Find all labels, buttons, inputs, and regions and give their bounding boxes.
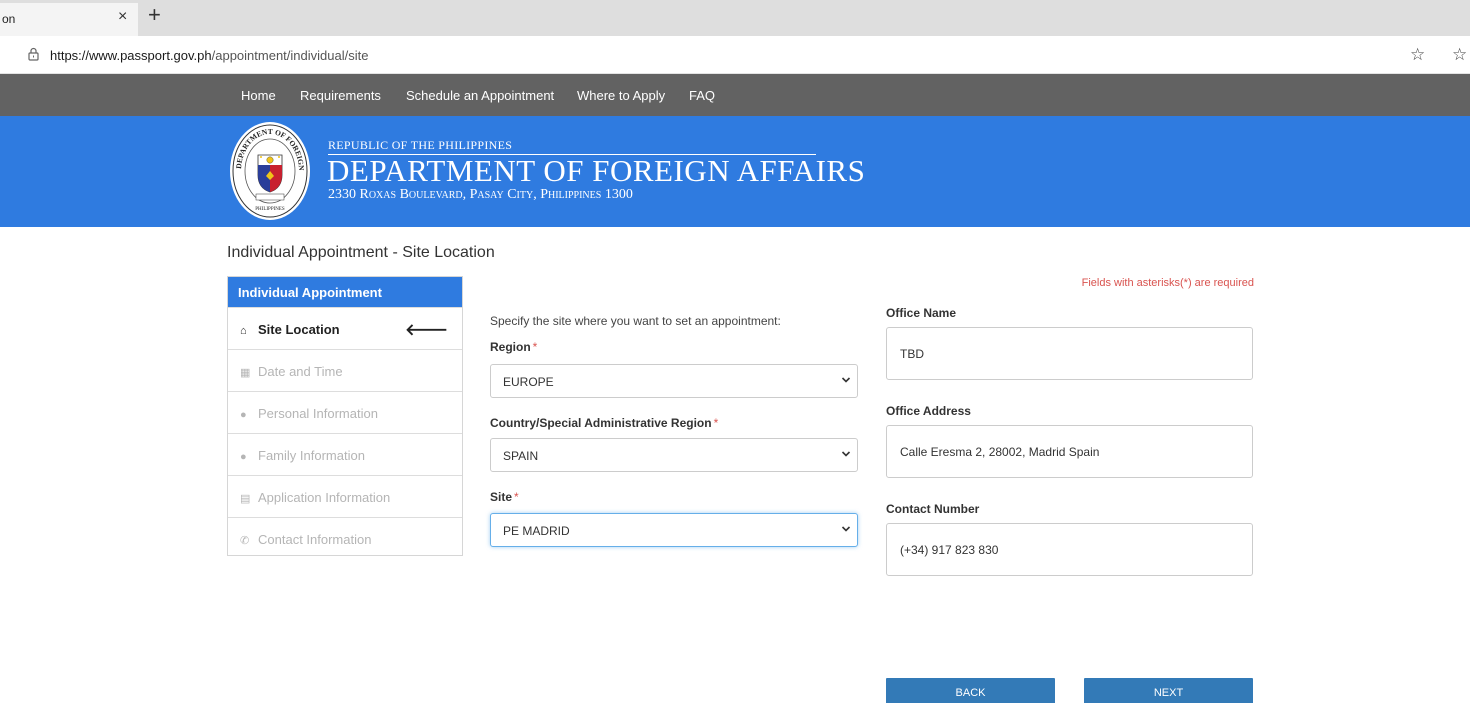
home-icon: ⌂	[240, 325, 247, 337]
nav-where-to-apply[interactable]: Where to Apply	[577, 88, 665, 103]
favorites-list-icon[interactable]: ☆	[1452, 45, 1467, 65]
banner-republic: REPUBLIC OF THE PHILIPPINES	[328, 138, 513, 152]
region-label-text: Region	[490, 340, 531, 354]
form-instruction: Specify the site where you want to set a…	[490, 314, 781, 328]
seal-text-bottom: PHILIPPINES	[255, 207, 285, 212]
chevron-down-icon	[841, 451, 851, 457]
tab-title: on	[2, 12, 16, 26]
contact-number-field: (+34) 917 823 830	[886, 523, 1253, 576]
country-select-value: SPAIN	[503, 449, 539, 463]
sidebar-item-label: Personal Information	[258, 406, 378, 421]
banner-address: 2330 Roxas Boulevard, Pasay City, Philip…	[328, 187, 633, 202]
url-path: /appointment/individual/site	[211, 48, 369, 63]
required-asterisk: *	[713, 416, 719, 430]
close-tab-icon[interactable]: ×	[118, 8, 127, 26]
region-label: Region *	[490, 340, 537, 354]
site-label: Site *	[490, 490, 519, 504]
required-asterisk: *	[532, 340, 538, 354]
nav-home[interactable]: Home	[241, 88, 276, 103]
office-name-label: Office Name	[886, 306, 957, 320]
sidebar-item-contact-information[interactable]: ✆ Contact Information	[228, 517, 462, 559]
site-select[interactable]: PE MADRID	[490, 513, 858, 547]
sidebar-item-date-time[interactable]: ▦ Date and Time	[228, 349, 462, 391]
country-label: Country/Special Administrative Region *	[490, 416, 718, 430]
sidebar-item-application-information[interactable]: ▤ Application Information	[228, 475, 462, 517]
nav-schedule-appointment[interactable]: Schedule an Appointment	[406, 88, 554, 103]
add-favorite-icon[interactable]: ☆	[1410, 45, 1425, 65]
next-button[interactable]: NEXT	[1084, 678, 1253, 703]
chevron-down-icon	[841, 377, 851, 383]
nav-requirements[interactable]: Requirements	[300, 88, 381, 103]
region-select[interactable]: EUROPE	[490, 364, 858, 398]
sidebar-item-family-information[interactable]: ●​ Family Information	[228, 433, 462, 475]
sidebar-item-site-location[interactable]: ⌂ Site Location 🡐	[228, 307, 462, 349]
arrow-left-icon: 🡐	[405, 322, 448, 339]
site-label-text: Site	[490, 490, 513, 504]
calendar-icon: ▦	[240, 367, 251, 379]
required-asterisk: *	[514, 490, 519, 504]
chevron-down-icon	[841, 526, 851, 532]
country-select[interactable]: SPAIN	[490, 438, 858, 472]
new-tab-icon[interactable]: +	[148, 2, 161, 28]
sidebar-item-label: Application Information	[258, 490, 391, 505]
contact-number-label: Contact Number	[886, 502, 980, 516]
sidebar-item-personal-information[interactable]: ● Personal Information	[228, 391, 462, 433]
url-text[interactable]: https://www.passport.gov.ph/appointment/…	[50, 48, 368, 63]
browser-tab-bar: on × +	[0, 0, 1470, 36]
office-address-field: Calle Eresma 2, 28002, Madrid Spain	[886, 425, 1253, 478]
sidebar-item-label: Contact Information	[258, 532, 372, 547]
url-host: https://www.passport.gov.ph	[50, 48, 212, 63]
region-select-value: EUROPE	[503, 375, 554, 389]
office-address-label: Office Address	[886, 404, 971, 418]
phone-icon: ✆	[240, 535, 250, 547]
sidebar-item-label: Family Information	[258, 448, 365, 463]
list-icon: ▤	[240, 493, 251, 505]
sidebar-item-label: Date and Time	[258, 364, 343, 379]
country-label-text: Country/Special Administrative Region	[490, 416, 712, 430]
page-title: Individual Appointment - Site Location	[227, 244, 495, 261]
appointment-steps-sidebar: Individual Appointment ⌂ Site Location 🡐 …	[227, 276, 463, 556]
back-button[interactable]: BACK	[886, 678, 1055, 703]
office-name-value: TBD	[900, 347, 924, 361]
office-name-field: TBD	[886, 327, 1253, 380]
lock-icon	[28, 47, 39, 61]
required-fields-note: Fields with asterisks(*) are required	[1081, 277, 1254, 289]
users-icon: ●​	[240, 451, 247, 463]
sidebar-item-label: Site Location	[258, 322, 340, 337]
sidebar-heading: Individual Appointment	[228, 277, 462, 307]
dfa-seal-logo[interactable]: DEPARTMENT OF FOREIGN AFFAIRS PHILIPPINE…	[229, 121, 311, 222]
browser-tab[interactable]: on ×	[0, 3, 138, 36]
site-nav: Home Requirements Schedule an Appointmen…	[0, 74, 1470, 116]
office-address-value: Calle Eresma 2, 28002, Madrid Spain	[900, 445, 1100, 459]
contact-number-value: (+34) 917 823 830	[900, 543, 999, 557]
user-icon: ●	[240, 409, 247, 421]
address-bar[interactable]: https://www.passport.gov.ph/appointment/…	[0, 36, 1470, 74]
nav-faq[interactable]: FAQ	[689, 88, 715, 103]
banner-title: DEPARTMENT OF FOREIGN AFFAIRS	[327, 153, 866, 188]
site-select-value: PE MADRID	[503, 524, 570, 538]
